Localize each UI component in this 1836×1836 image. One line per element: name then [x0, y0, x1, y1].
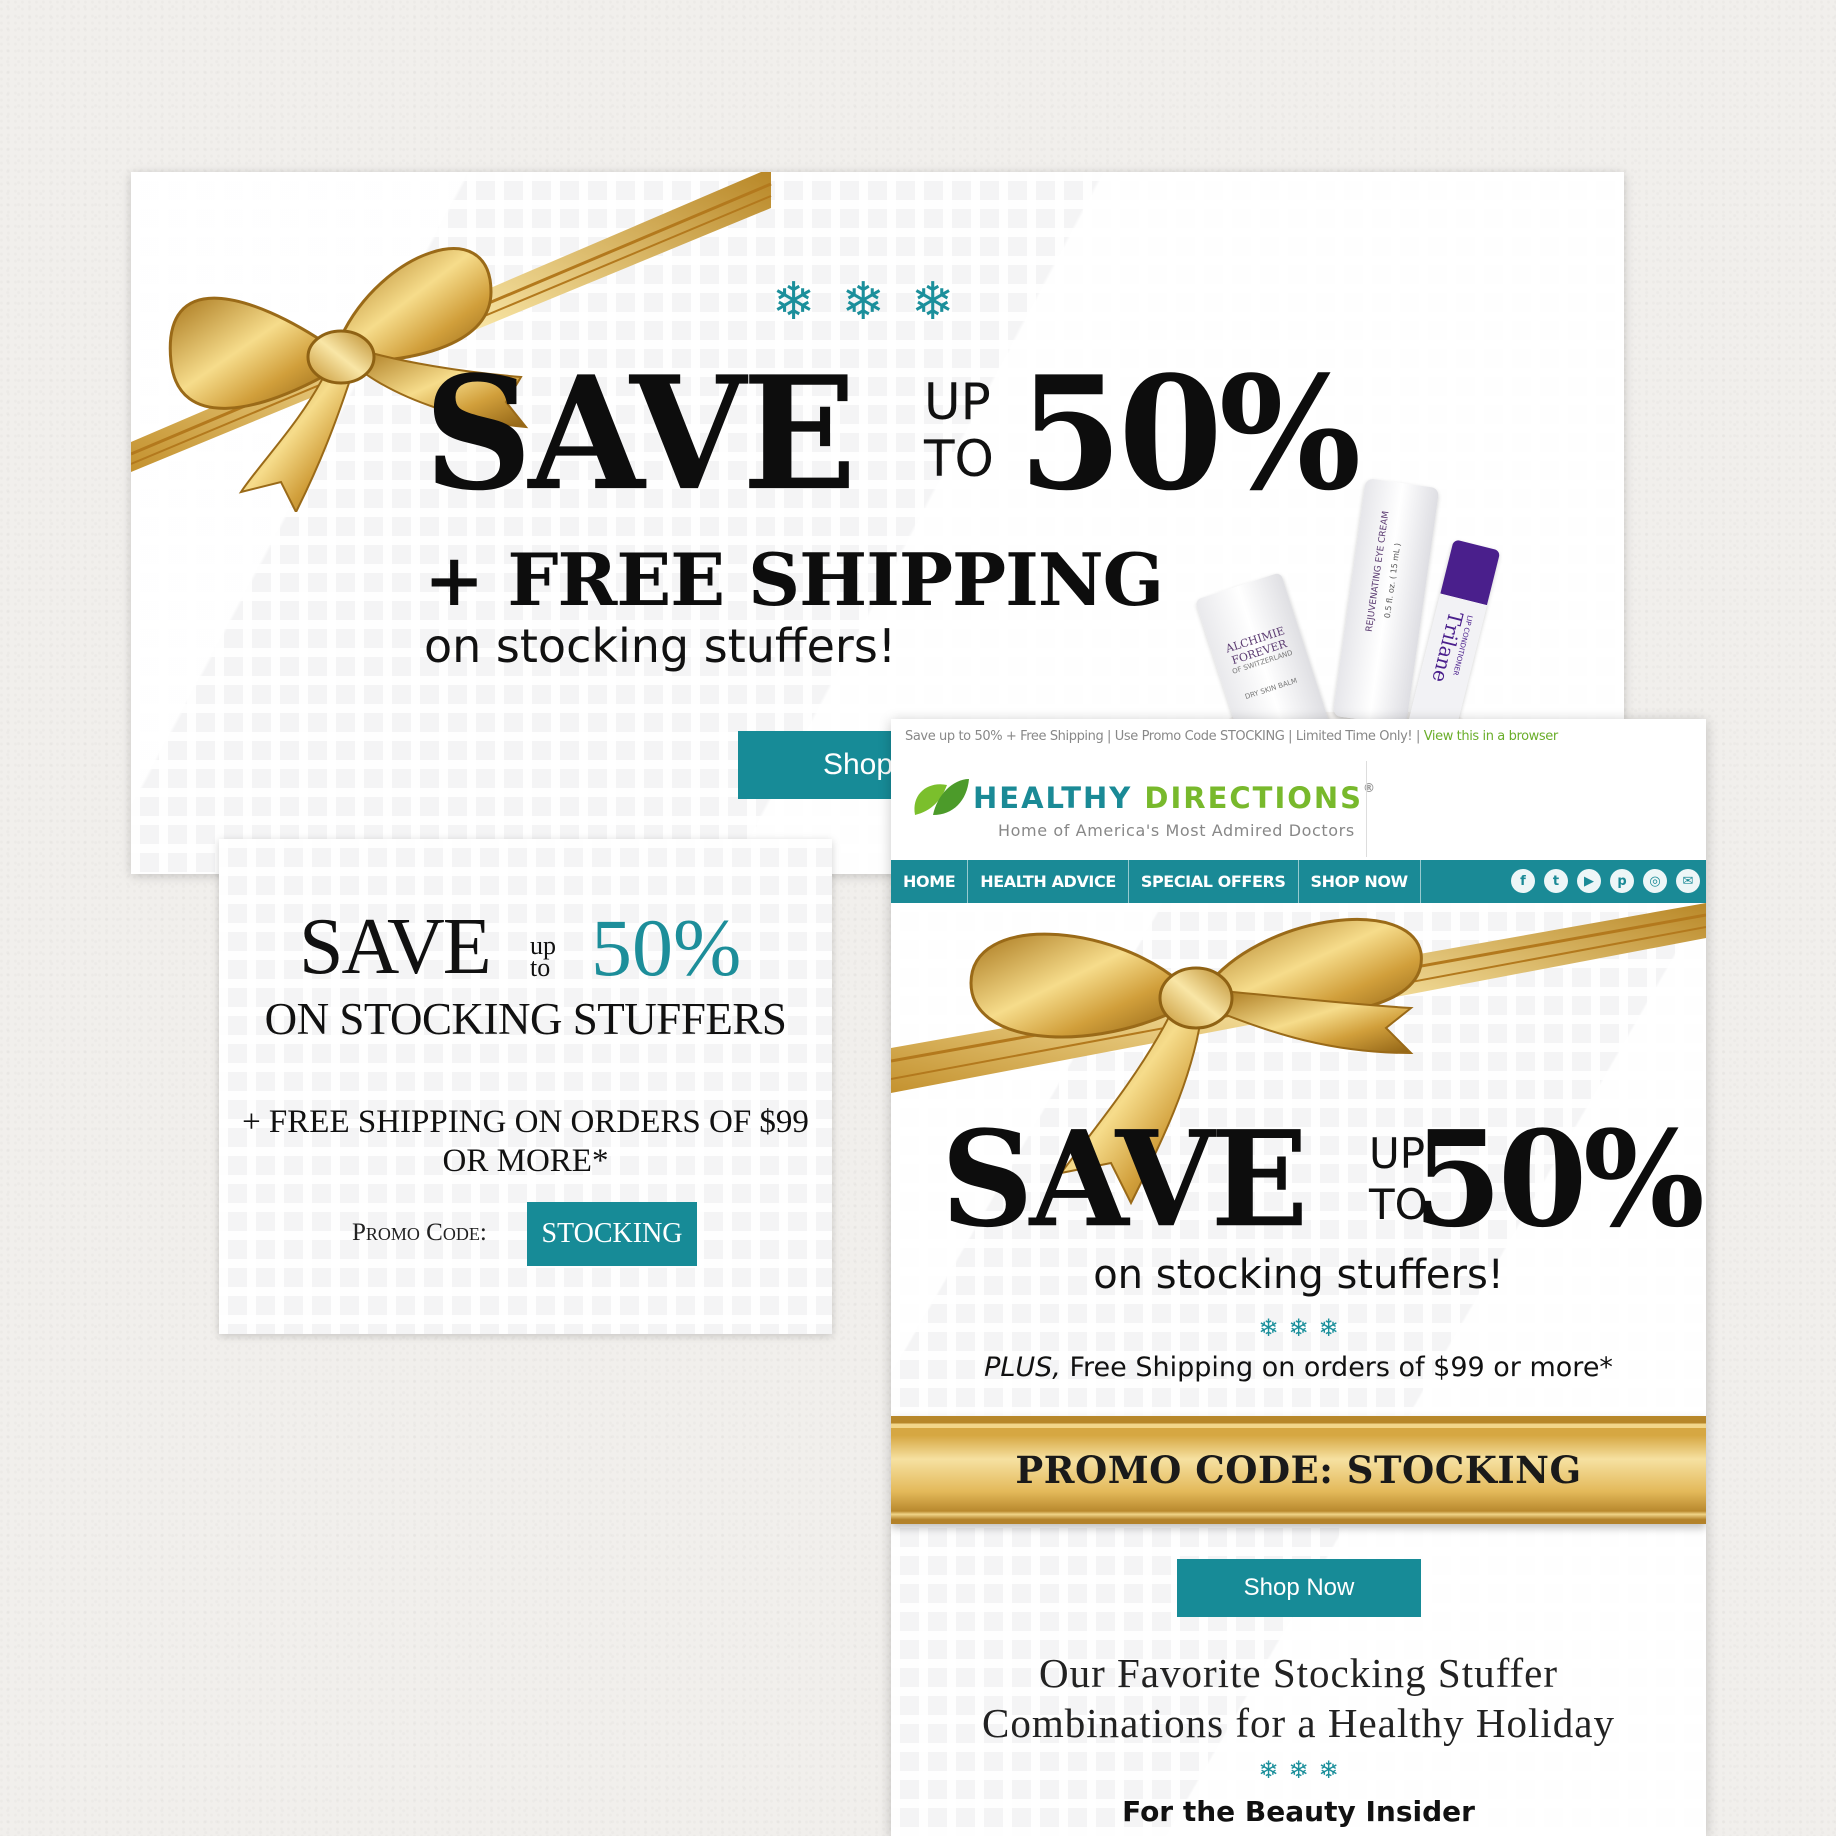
banner-snowflakes: ❄ ❄ ❄	[772, 276, 955, 328]
leaf-logo-icon	[914, 779, 969, 815]
eye-cream-size: 0.5 fl. oz. ( 15 mL )	[1382, 542, 1403, 619]
square-upto: up to	[530, 932, 556, 983]
promo-ribbon-text: PROMO CODE: STOCKING	[1015, 1448, 1582, 1492]
beauty-insider-heading: For the Beauty Insider	[1122, 1795, 1475, 1828]
email-template: Save up to 50% + Free Shipping | Use Pro…	[891, 719, 1706, 1836]
email-icon[interactable]: ✉	[1676, 869, 1700, 893]
plus-label: PLUS,	[984, 1352, 1061, 1383]
email-snowflakes-2: ❄ ❄ ❄	[891, 1758, 1706, 1782]
preheader-text: Save up to 50% + Free Shipping | Use Pro…	[905, 729, 1420, 744]
plus-rest: Free Shipping on orders of $99 or more*	[1060, 1352, 1613, 1383]
logo-divider	[1366, 761, 1367, 857]
pinterest-icon[interactable]: p	[1610, 869, 1634, 893]
brand-healthy: HEALTHY	[973, 781, 1133, 815]
email-snowflakes: ❄ ❄ ❄	[891, 1316, 1706, 1340]
favorites-line-2: Combinations for a Healthy Holiday	[982, 1700, 1615, 1746]
nav-health-advice[interactable]: HEALTH ADVICE	[968, 860, 1129, 903]
square-percent: 50%	[591, 902, 742, 993]
brand-directions: DIRECTIONS	[1144, 781, 1364, 815]
snowflake-icon: ❄	[1288, 1314, 1309, 1342]
banner-up-label: UP	[924, 373, 991, 431]
snowflake-icon: ❄	[1258, 1314, 1279, 1342]
nav-special-offers[interactable]: SPECIAL OFFERS	[1129, 860, 1299, 903]
snowflake-icon: ❄	[1318, 1756, 1339, 1784]
square-free-shipping-1: + FREE SHIPPING ON ORDERS OF $99	[242, 1104, 809, 1140]
square-to-label: to	[530, 953, 551, 983]
nav-home[interactable]: HOME	[891, 860, 969, 903]
snowflake-icon: ❄	[1288, 1756, 1309, 1784]
email-shop-now-button[interactable]: Shop Now	[1177, 1559, 1421, 1617]
square-ad: SAVE up to 50% ON STOCKING STUFFERS + FR…	[219, 839, 832, 1334]
youtube-icon[interactable]: ▶	[1577, 869, 1601, 893]
view-in-browser-link[interactable]: View this in a browser	[1424, 729, 1559, 744]
snowflake-icon: ❄	[911, 272, 955, 332]
email-preheader: Save up to 50% + Free Shipping | Use Pro…	[905, 729, 1558, 744]
social-icons: f t ▶ p ◎ ✉	[1511, 869, 1700, 893]
snowflake-icon: ❄	[772, 272, 816, 332]
email-plus-shipping: PLUS, Free Shipping on orders of $99 or …	[891, 1352, 1706, 1383]
square-free-shipping-2: OR MORE*	[442, 1143, 609, 1179]
main-nav: HOME HEALTH ADVICE SPECIAL OFFERS SHOP N…	[891, 860, 1706, 903]
twitter-icon[interactable]: t	[1544, 869, 1568, 893]
brand-name: HEALTHY DIRECTIONS®	[973, 781, 1377, 815]
brand-logo[interactable]: HEALTHY DIRECTIONS® Home of America's Mo…	[911, 767, 1375, 859]
brand-tagline: Home of America's Most Admired Doctors	[998, 821, 1355, 840]
square-save-heading: SAVE	[299, 903, 492, 991]
promo-ribbon: PROMO CODE: STOCKING	[891, 1416, 1706, 1524]
email-save-heading: SAVE	[941, 1102, 1308, 1258]
snowflake-icon: ❄	[1258, 1756, 1279, 1784]
banner-free-shipping: + FREE SHIPPING	[424, 537, 1164, 622]
square-promo-label: Promo Code:	[352, 1219, 487, 1246]
snowflake-icon: ❄	[1318, 1314, 1339, 1342]
banner-to-label: TO	[924, 430, 994, 488]
instagram-icon[interactable]: ◎	[1643, 869, 1667, 893]
email-subtitle: on stocking stuffers!	[1093, 1252, 1504, 1298]
square-promo-code[interactable]: STOCKING	[527, 1202, 697, 1266]
nav-shop-now[interactable]: SHOP NOW	[1299, 860, 1421, 903]
facebook-icon[interactable]: f	[1511, 869, 1535, 893]
banner-subtitle: on stocking stuffers!	[424, 619, 897, 673]
square-on-stocking: ON STOCKING STUFFERS	[264, 994, 787, 1044]
favorites-line-1: Our Favorite Stocking Stuffer	[1038, 1650, 1559, 1696]
banner-save-heading: SAVE	[424, 342, 857, 526]
balm-label: DRY SKIN BALM	[1243, 676, 1299, 702]
snowflake-icon: ❄	[841, 272, 886, 332]
email-percent: 50%	[1413, 1102, 1705, 1258]
